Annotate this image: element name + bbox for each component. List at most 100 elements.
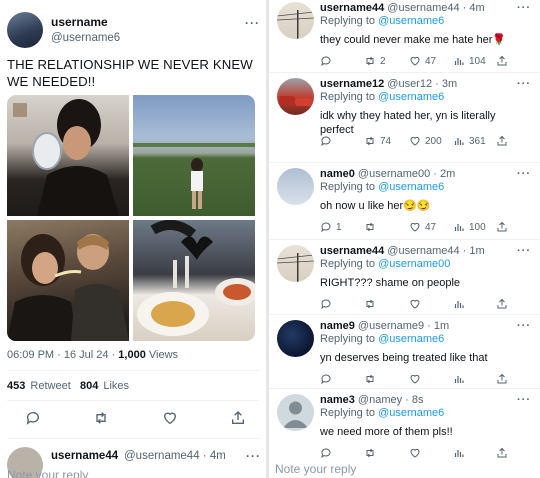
like-icon[interactable]: 200 <box>409 134 442 148</box>
reply-header: username12 @user12 · 3m <box>320 78 457 90</box>
like-icon[interactable] <box>409 446 425 460</box>
author-handle[interactable]: @username6 <box>51 32 120 44</box>
reply-author-meta: @user12 · 3m <box>387 78 458 90</box>
like-icon[interactable] <box>409 297 425 311</box>
retweets-count[interactable]: 453 <box>7 380 25 392</box>
reply-item[interactable]: username44 @username44 · 1m ··· Replying… <box>269 243 540 319</box>
replying-to-handle[interactable]: @username6 <box>378 407 444 419</box>
reply-item[interactable]: name3 @namey · 8s ··· Replying to @usern… <box>269 392 540 468</box>
replying-to-handle[interactable]: @username6 <box>378 91 444 103</box>
avatar[interactable] <box>277 78 314 115</box>
more-icon[interactable]: ··· <box>246 449 261 463</box>
replying-to-prefix: Replying to <box>320 181 379 193</box>
reply-icon[interactable] <box>25 410 41 426</box>
share-icon[interactable] <box>496 372 512 386</box>
views-icon[interactable] <box>453 446 469 460</box>
views-count: 1,000 <box>118 349 146 361</box>
reply-preview[interactable]: username44 @username44 · 4m ··· <box>7 447 265 478</box>
photo-pasta-dinner[interactable] <box>133 219 255 341</box>
reply-author-name[interactable]: username12 <box>320 78 384 90</box>
replying-to-handle[interactable]: @username6 <box>378 333 444 345</box>
reply-author-name[interactable]: username44 <box>320 2 384 14</box>
retweet-icon[interactable] <box>364 446 380 460</box>
views-icon[interactable]: 104 <box>453 54 486 68</box>
reply-author-name[interactable]: name0 <box>320 168 355 180</box>
share-icon[interactable] <box>496 220 512 234</box>
photo-couple-pasta[interactable] <box>7 220 129 341</box>
reply-icon[interactable] <box>320 134 336 148</box>
reply-item[interactable]: username12 @user12 · 3m ··· Replying to … <box>269 76 540 152</box>
share-icon[interactable] <box>496 134 512 148</box>
more-icon[interactable]: ··· <box>245 16 260 30</box>
reply-header: name9 @username9 · 1m <box>320 320 449 332</box>
share-icon[interactable] <box>230 410 246 426</box>
avatar[interactable] <box>277 245 314 282</box>
photo-woman-mirror[interactable] <box>7 95 129 216</box>
reply-header: username44 @username44 · 1m <box>320 245 485 257</box>
retweet-icon[interactable] <box>364 297 380 311</box>
reply-icon[interactable] <box>320 297 336 311</box>
share-icon[interactable] <box>496 297 512 311</box>
replying-to-handle[interactable]: @username6 <box>378 15 444 27</box>
reply-actions <box>320 372 535 388</box>
main-tweet-panel: username @username6 ··· THE RELATIONSHIP… <box>0 0 266 478</box>
retweet-icon[interactable] <box>364 220 380 234</box>
reply-item[interactable]: username44 @username44 · 4m ··· Replying… <box>269 0 540 76</box>
reply-icon[interactable] <box>320 372 336 386</box>
likes-label[interactable]: Likes <box>100 380 129 392</box>
views-icon[interactable] <box>453 297 469 311</box>
reply-input[interactable]: Note your reply <box>275 462 356 476</box>
reply-text: yn deserves being treated like that <box>320 352 488 364</box>
reply-input[interactable]: Note your reply <box>7 468 88 478</box>
more-icon[interactable]: ··· <box>517 168 531 180</box>
author-name[interactable]: username <box>51 15 108 29</box>
more-icon[interactable]: ··· <box>517 78 531 90</box>
more-icon[interactable]: ··· <box>517 320 531 332</box>
reply-item[interactable]: name9 @username9 · 1m ··· Replying to @u… <box>269 318 540 394</box>
reply-author-meta: @username9 · 1m <box>357 320 450 332</box>
views-icon[interactable] <box>453 372 469 386</box>
more-icon[interactable]: ··· <box>517 394 531 406</box>
like-icon[interactable]: 47 <box>409 220 436 234</box>
replying-to: Replying to @username6 <box>320 15 444 27</box>
photo-golf-field[interactable] <box>133 95 255 216</box>
like-icon[interactable] <box>409 372 425 386</box>
replying-to: Replying to @username6 <box>320 91 444 103</box>
reply-header: name0 @username00 · 2m <box>320 168 455 180</box>
reply-author-name[interactable]: username44 <box>320 245 384 257</box>
avatar[interactable] <box>277 394 314 431</box>
reply-item[interactable]: name0 @username00 · 2m ··· Replying to @… <box>269 166 540 242</box>
retweet-icon[interactable]: 74 <box>364 134 391 148</box>
avatar[interactable] <box>277 320 314 357</box>
share-icon[interactable] <box>496 446 512 460</box>
reply-author-name[interactable]: name9 <box>320 320 355 332</box>
retweet-icon[interactable] <box>93 410 109 426</box>
reply-count: 1 <box>336 221 342 233</box>
reply-icon[interactable] <box>320 446 336 460</box>
replying-to-handle[interactable]: @username00 <box>378 258 450 270</box>
more-icon[interactable]: ··· <box>517 245 531 257</box>
retweets-label[interactable]: Retweet <box>27 380 70 392</box>
views-count: 100 <box>469 221 486 233</box>
retweet-icon[interactable]: 2 <box>364 54 386 68</box>
avatar[interactable] <box>277 168 314 205</box>
views-icon[interactable]: 361 <box>453 134 486 148</box>
likes-count[interactable]: 804 <box>80 380 98 392</box>
avatar[interactable] <box>277 2 314 39</box>
reply-icon[interactable]: 1 <box>320 220 342 234</box>
replying-to-prefix: Replying to <box>320 15 379 27</box>
avatar[interactable] <box>7 12 43 48</box>
reply-author-name[interactable]: name3 <box>320 394 355 406</box>
retweet-icon[interactable] <box>364 372 380 386</box>
more-icon[interactable]: ··· <box>517 2 531 14</box>
reply-actions: 1 47 100 <box>320 220 535 236</box>
replying-to-prefix: Replying to <box>320 91 379 103</box>
views-icon[interactable]: 100 <box>453 220 486 234</box>
like-icon[interactable] <box>162 410 178 426</box>
share-icon[interactable] <box>496 54 512 68</box>
replying-to-handle[interactable]: @username6 <box>378 181 444 193</box>
reply-author-name[interactable]: username44 <box>51 450 118 462</box>
reply-icon[interactable] <box>320 54 336 68</box>
like-icon[interactable]: 47 <box>409 54 436 68</box>
media-grid[interactable] <box>7 95 255 341</box>
